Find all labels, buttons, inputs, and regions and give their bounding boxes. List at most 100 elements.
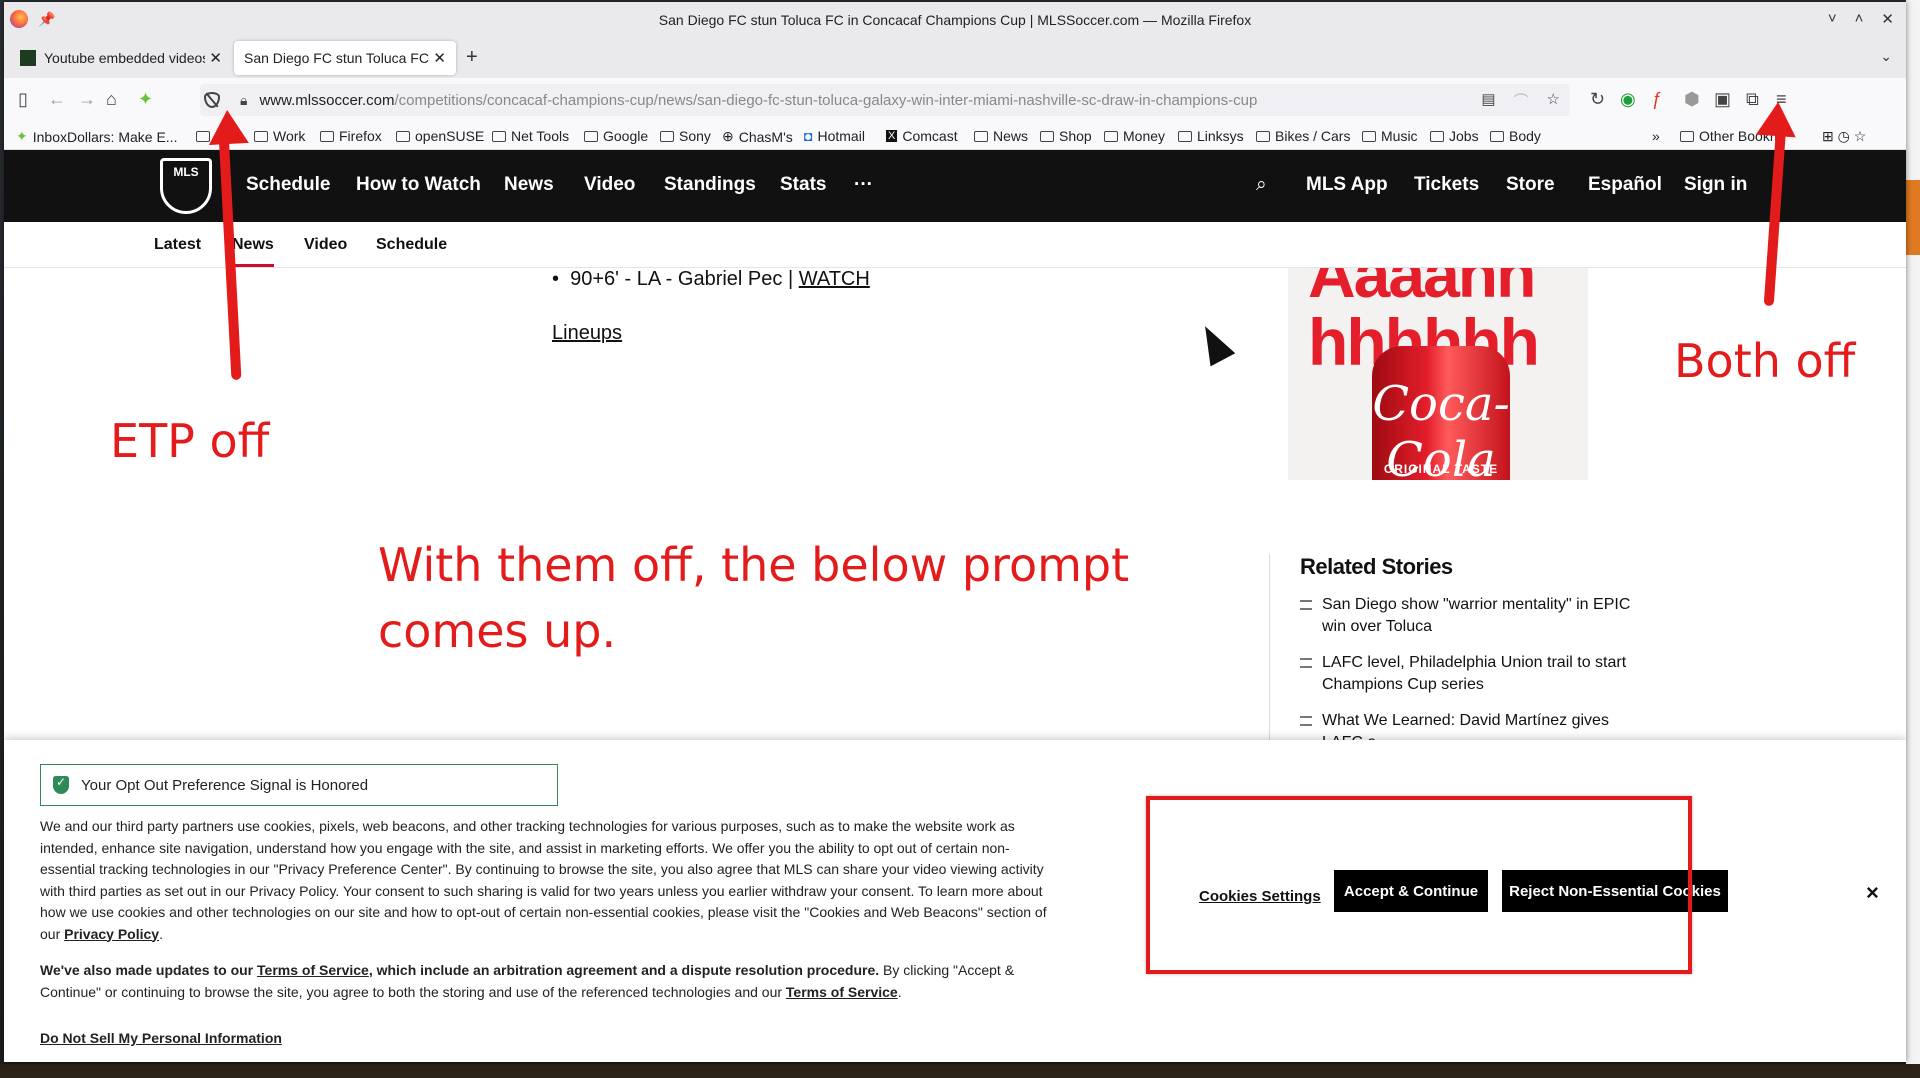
sidebar-icon[interactable]: ▯	[18, 90, 28, 108]
mls-logo[interactable]: MLS	[160, 158, 212, 214]
folder-icon	[1104, 130, 1118, 142]
folder-icon	[1178, 130, 1192, 142]
subnav-schedule[interactable]: Schedule	[376, 236, 447, 254]
bookmarks-overflow-icon[interactable]: »	[1652, 128, 1660, 144]
bookmark-folder-opensuse[interactable]: openSUSE	[396, 128, 484, 144]
taskbar-edge	[0, 1064, 1920, 1078]
subnav-news[interactable]: News	[232, 236, 274, 254]
tab-youtube[interactable]: Youtube embedded videos ✕	[10, 41, 232, 75]
folder-icon	[660, 130, 674, 142]
flash-extension-icon[interactable]: ƒ	[1652, 90, 1662, 108]
close-banner-icon[interactable]: ×	[1866, 880, 1879, 906]
terms-of-service-link[interactable]: Terms of Service	[786, 984, 898, 1000]
nav-news[interactable]: News	[504, 174, 554, 196]
annotation-arrowhead	[1755, 100, 1799, 138]
nav-mls-app[interactable]: MLS App	[1306, 174, 1388, 196]
bookmark-comcast[interactable]: X Comcast	[886, 128, 958, 144]
adblock-icon[interactable]: ⬢	[1684, 90, 1700, 108]
shield-check-icon	[53, 775, 69, 794]
do-not-sell-link[interactable]: Do Not Sell My Personal Information	[40, 1030, 282, 1046]
nav-more-icon[interactable]: ···	[854, 174, 873, 196]
extension-badge-icon[interactable]: ▣	[1714, 90, 1731, 108]
nav-video[interactable]: Video	[584, 174, 635, 196]
related-story-item[interactable]: San Diego show "warrior mentality" in EP…	[1300, 594, 1640, 638]
cookie-policy-text: We and our third party partners use cook…	[40, 818, 1047, 942]
reader-view-icon[interactable]: ▤	[1481, 90, 1495, 111]
tab-close-icon[interactable]: ✕	[433, 49, 446, 67]
new-tab-button[interactable]: +	[466, 46, 478, 69]
list-all-tabs-chevron-icon[interactable]: ⌄	[1880, 48, 1892, 65]
bookmark-folder-news[interactable]: News	[974, 128, 1028, 144]
folder-icon	[584, 130, 598, 142]
back-button[interactable]: ←	[48, 90, 66, 108]
annotation-arrowhead	[207, 108, 249, 146]
nav-schedule[interactable]: Schedule	[246, 174, 330, 196]
forward-button[interactable]: →	[78, 90, 96, 108]
mls-navbar: MLS Schedule How to Watch News Video Sta…	[4, 150, 1906, 222]
tab-mlssoccer[interactable]: San Diego FC stun Toluca FC in Concacaf …	[234, 41, 456, 75]
bookmark-chasms[interactable]: ⊕ ChasM's	[722, 128, 793, 145]
x-icon: X	[886, 130, 898, 142]
bookmark-folder-google[interactable]: Google	[584, 128, 648, 144]
search-icon[interactable]: ⌕	[1256, 174, 1267, 196]
nav-espanol[interactable]: Español	[1588, 174, 1662, 196]
bookmark-folder-bikes-cars[interactable]: Bikes / Cars	[1256, 128, 1350, 144]
bookmark-folder-music[interactable]: Music	[1362, 128, 1418, 144]
article-icon	[1300, 716, 1312, 726]
coca-cola-ad[interactable]: Aaaahh hhhhhh Coca-Cola ORIGINAL TASTE	[1288, 268, 1588, 480]
bookmarks-toolbar: ✦ InboxDollars: Make E... s Work Firefox …	[4, 122, 1906, 150]
bookmark-folder-work[interactable]: Work	[254, 128, 305, 144]
lock-icon[interactable]: 🔒︎	[240, 92, 247, 109]
url-bar[interactable]: 🔒︎ www.mlssoccer.com/competitions/concac…	[200, 84, 1570, 116]
bookmark-folder-money[interactable]: Money	[1104, 128, 1165, 144]
subnav-active-indicator	[232, 264, 274, 267]
folder-icon	[1680, 130, 1694, 142]
folder-icon	[1490, 130, 1504, 142]
sync-icon[interactable]: ⌒	[1514, 90, 1529, 111]
navigation-toolbar: ▯ ← → ⌂ ✦ 🔒︎ www.mlssoccer.com/competiti…	[4, 78, 1906, 122]
bookmark-folder-body[interactable]: Body	[1490, 128, 1541, 144]
extension-globe-icon[interactable]: ◉	[1620, 90, 1636, 108]
bookmark-folder-jobs[interactable]: Jobs	[1430, 128, 1479, 144]
coke-can-image: Coca-Cola ORIGINAL TASTE	[1372, 346, 1510, 480]
nav-how-to-watch[interactable]: How to Watch	[356, 174, 481, 196]
nav-stats[interactable]: Stats	[780, 174, 826, 196]
close-window-button[interactable]: ✕	[1881, 10, 1894, 28]
opt-out-signal-notice: Your Opt Out Preference Signal is Honore…	[40, 764, 558, 806]
toolbar-extra-icons[interactable]: ⊞ ◷ ☆	[1822, 128, 1866, 145]
privacy-policy-link[interactable]: Privacy Policy	[64, 926, 159, 942]
lineups-link[interactable]: Lineups	[552, 322, 622, 345]
folder-icon	[1362, 130, 1376, 142]
bookmark-star-icon[interactable]: ☆	[1547, 90, 1560, 111]
bookmark-hotmail[interactable]: ◘ Hotmail	[804, 128, 865, 144]
nav-tickets[interactable]: Tickets	[1414, 174, 1479, 196]
maximize-button[interactable]: ˄	[1855, 10, 1864, 28]
nav-sign-in[interactable]: Sign in	[1684, 174, 1747, 196]
tracking-protection-shield-icon[interactable]	[204, 92, 220, 108]
tab-close-icon[interactable]: ✕	[209, 49, 222, 67]
folder-icon	[320, 130, 334, 142]
nav-store[interactable]: Store	[1506, 174, 1555, 196]
related-story-item[interactable]: LAFC level, Philadelphia Union trail to …	[1300, 652, 1640, 696]
subnav-video[interactable]: Video	[304, 236, 347, 254]
reload-icon[interactable]: ↻	[1590, 90, 1605, 108]
url-text[interactable]: www.mlssoccer.com/competitions/concacaf-…	[259, 92, 1257, 109]
nav-standings[interactable]: Standings	[664, 174, 756, 196]
bookmark-item[interactable]: ✦ InboxDollars: Make E...	[16, 128, 177, 145]
extension-leaf-icon[interactable]: ✦	[138, 90, 153, 108]
bookmark-folder-net-tools[interactable]: Net Tools	[492, 128, 569, 144]
watch-link[interactable]: WATCH	[799, 268, 870, 290]
bookmark-folder-sony[interactable]: Sony	[660, 128, 711, 144]
folder-icon	[1430, 130, 1444, 142]
bookmark-folder-linksys[interactable]: Linksys	[1178, 128, 1244, 144]
subnav-latest[interactable]: Latest	[154, 236, 201, 254]
folder-icon	[1256, 130, 1270, 142]
home-icon[interactable]: ⌂	[106, 90, 117, 108]
terms-of-service-link[interactable]: Terms of Service	[257, 962, 369, 978]
bookmark-folder-shop[interactable]: Shop	[1040, 128, 1092, 144]
background-window-edge	[1906, 0, 1920, 1078]
annotation-both-off: Both off	[1674, 334, 1856, 388]
bookmark-folder-firefox[interactable]: Firefox	[320, 128, 382, 144]
article-icon	[1300, 658, 1312, 668]
minimize-button[interactable]: ˅	[1828, 10, 1837, 28]
